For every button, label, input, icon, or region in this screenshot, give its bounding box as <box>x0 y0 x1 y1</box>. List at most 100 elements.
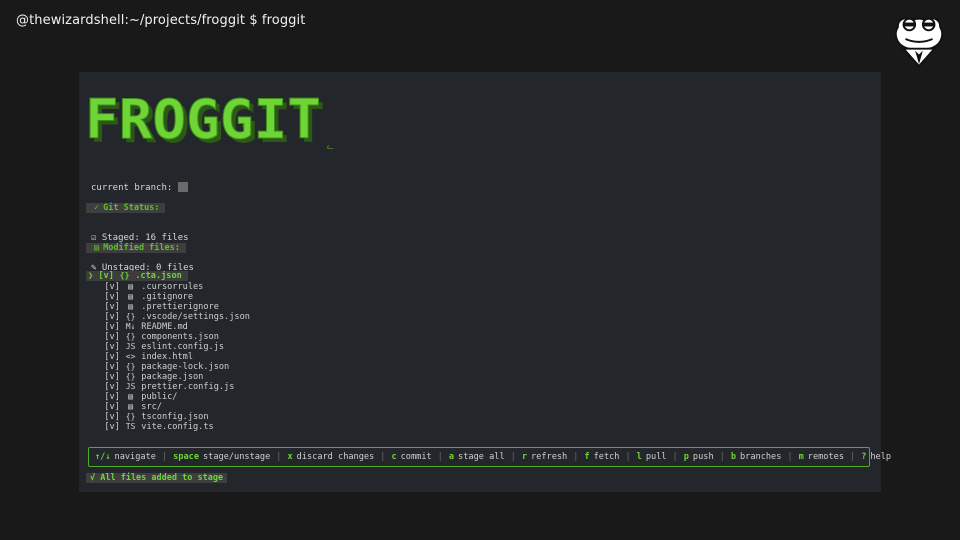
file-row[interactable]: [v] ▤ .prettierignore <box>86 302 250 312</box>
help-separator: | <box>850 452 856 462</box>
file-type-icon: {} <box>125 412 136 421</box>
file-name: eslint.config.js <box>141 342 225 352</box>
help-separator: | <box>437 452 443 462</box>
banner-title: FROGGIT <box>85 92 321 151</box>
froggit-banner: FROGGIT FROGGIT <box>85 92 325 152</box>
stage-checkbox[interactable]: [v] <box>104 282 120 292</box>
modified-files-header: ▤ Modified files: <box>86 243 186 253</box>
branch-label: current branch: <box>91 183 173 193</box>
help-key: ↑/↓ <box>95 452 111 462</box>
current-branch: current branch: <box>91 182 189 193</box>
file-row[interactable]: [v] <> index.html <box>86 352 250 362</box>
help-key: ? <box>861 452 867 462</box>
file-name: src/ <box>141 402 162 412</box>
file-type-icon: M↓ <box>125 322 136 331</box>
modified-files-title: Modified files: <box>103 243 180 253</box>
help-separator: | <box>161 452 168 462</box>
help-label: commit <box>400 452 432 462</box>
file-type-icon: <> <box>125 352 136 361</box>
help-label: help <box>870 452 892 462</box>
help-label: stage all <box>458 452 505 462</box>
stage-checkbox[interactable]: [v] <box>98 271 114 281</box>
file-row[interactable]: [v] ▤ .gitignore <box>86 292 250 302</box>
file-icon: ▤ <box>94 243 100 253</box>
file-name: index.html <box>141 352 194 362</box>
file-row[interactable]: [v] JS eslint.config.js <box>86 342 250 352</box>
help-key: c <box>391 452 397 462</box>
stage-checkbox[interactable]: [v] <box>104 412 120 422</box>
help-label: navigate <box>114 452 156 462</box>
help-item: ↑/↓ navigate <box>95 452 156 462</box>
help-key: x <box>287 452 293 462</box>
file-name: package-lock.json <box>141 362 230 372</box>
stage-checkbox[interactable]: [v] <box>104 302 120 312</box>
file-type-icon: ▤ <box>128 292 133 301</box>
help-item: f fetch <box>584 452 619 462</box>
help-key: b <box>730 452 736 462</box>
file-row[interactable]: [v] JS prettier.config.js <box>86 382 250 392</box>
help-item: a stage all <box>449 452 505 462</box>
stage-checkbox[interactable]: [v] <box>104 332 120 342</box>
stage-checkbox[interactable]: [v] <box>104 322 120 332</box>
file-row[interactable]: [v] {} .vscode/settings.json <box>86 312 250 322</box>
file-row[interactable]: [v] {} package-lock.json <box>86 362 250 372</box>
file-type-icon: {} <box>125 362 136 371</box>
help-item: c commit <box>391 452 431 462</box>
help-item: x discard changes <box>287 452 374 462</box>
help-label: push <box>692 452 714 462</box>
file-type-icon: {} <box>125 332 136 341</box>
stage-checkbox[interactable]: [v] <box>104 362 120 372</box>
help-separator: | <box>672 452 678 462</box>
help-label: discard changes <box>296 452 375 462</box>
checkbox-icon: ☑ <box>91 233 97 243</box>
stage-checkbox[interactable]: [v] <box>104 292 120 302</box>
file-name: .prettierignore <box>141 302 219 312</box>
stage-checkbox[interactable]: [v] <box>104 372 120 382</box>
git-status-header: ✓ Git Status: <box>86 203 166 213</box>
file-row[interactable]: [v] M↓ README.md <box>86 322 250 332</box>
help-label: pull <box>645 452 667 462</box>
stage-checkbox[interactable]: [v] <box>104 312 120 322</box>
help-key: l <box>636 452 642 462</box>
help-key: p <box>683 452 689 462</box>
check-icon: ✓ <box>94 203 100 213</box>
file-type-icon: {} <box>125 372 136 381</box>
help-item: b branches <box>731 452 782 462</box>
help-separator: | <box>573 452 579 462</box>
file-row[interactable]: [v] {} components.json <box>86 332 250 342</box>
help-separator: | <box>625 452 631 462</box>
stage-checkbox[interactable]: [v] <box>104 392 120 402</box>
file-name: .cta.json <box>135 271 182 281</box>
file-name: package.json <box>141 372 204 382</box>
help-label: remotes <box>807 452 844 462</box>
terminal-window: FROGGIT FROGGIT ᓚ current branch: ✓ Git S… <box>79 72 891 492</box>
terminal-prompt: @thewizardshell:~/projects/froggit $ fro… <box>16 13 306 28</box>
keybinding-help-bar: ↑/↓ navigate | space stage/unstage | x discard … <box>88 447 891 467</box>
file-type-icon: JS <box>125 382 136 391</box>
status-message: √ All files added to stage <box>86 473 228 483</box>
stage-checkbox[interactable]: [v] <box>104 402 120 412</box>
file-row[interactable]: [v] TS vite.config.ts <box>86 422 250 432</box>
file-name: .cursorrules <box>141 282 204 292</box>
banner-signature: ᓚ <box>327 142 334 151</box>
staged-count: ☑ Staged: 16 files <box>91 233 189 243</box>
help-item: p push <box>684 452 714 462</box>
stage-checkbox[interactable]: [v] <box>104 352 120 362</box>
file-name: vite.config.ts <box>141 422 214 432</box>
stage-checkbox[interactable]: [v] <box>104 382 120 392</box>
file-row[interactable]: [v] ▤ src/ <box>86 402 250 412</box>
file-type-icon: ▤ <box>128 282 133 291</box>
file-row[interactable]: [v] {} tsconfig.json <box>86 412 250 422</box>
help-label: branches <box>740 452 782 462</box>
file-row[interactable]: [v] {} package.json <box>86 372 250 382</box>
help-item: ? help <box>861 452 891 462</box>
stage-checkbox[interactable]: [v] <box>104 422 120 432</box>
file-name: README.md <box>141 322 188 332</box>
branch-value-box <box>178 182 189 192</box>
stage-checkbox[interactable]: [v] <box>104 342 120 352</box>
help-item: space stage/unstage <box>173 452 270 462</box>
file-name: components.json <box>141 332 219 342</box>
file-row[interactable]: [v] ▤ public/ <box>86 392 250 402</box>
file-row[interactable]: [v] ▤ .cursorrules <box>86 282 250 292</box>
file-row-selected[interactable]: ❯ [v] {} .cta.json <box>86 271 188 281</box>
